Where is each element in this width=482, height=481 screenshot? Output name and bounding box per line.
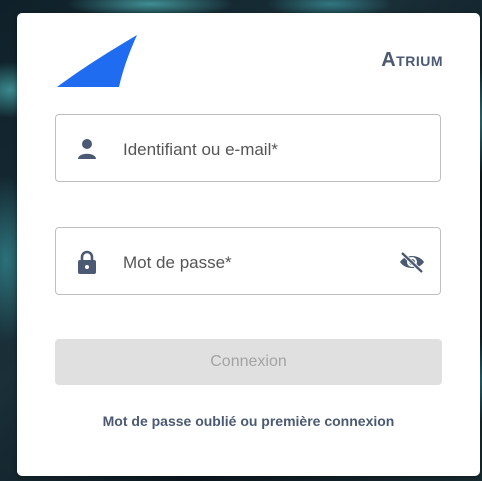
forgot-password-link[interactable]: Mot de passe oublié ou première connexio… — [17, 413, 480, 429]
atrium-logo — [57, 35, 137, 87]
brand-name: Atrium — [381, 49, 443, 71]
login-button[interactable]: Connexion — [55, 339, 442, 385]
password-placeholder: Mot de passe* — [123, 253, 232, 272]
password-field[interactable]: Mot de passe* — [55, 227, 441, 295]
username-field[interactable]: Identifiant ou e-mail* — [55, 114, 441, 182]
eye-off-icon[interactable] — [398, 250, 426, 274]
lock-icon — [78, 250, 96, 274]
person-icon — [78, 139, 96, 159]
username-placeholder: Identifiant ou e-mail* — [123, 140, 278, 159]
login-card: Atrium Identifiant ou e-mail* Mot de pas… — [17, 13, 480, 476]
